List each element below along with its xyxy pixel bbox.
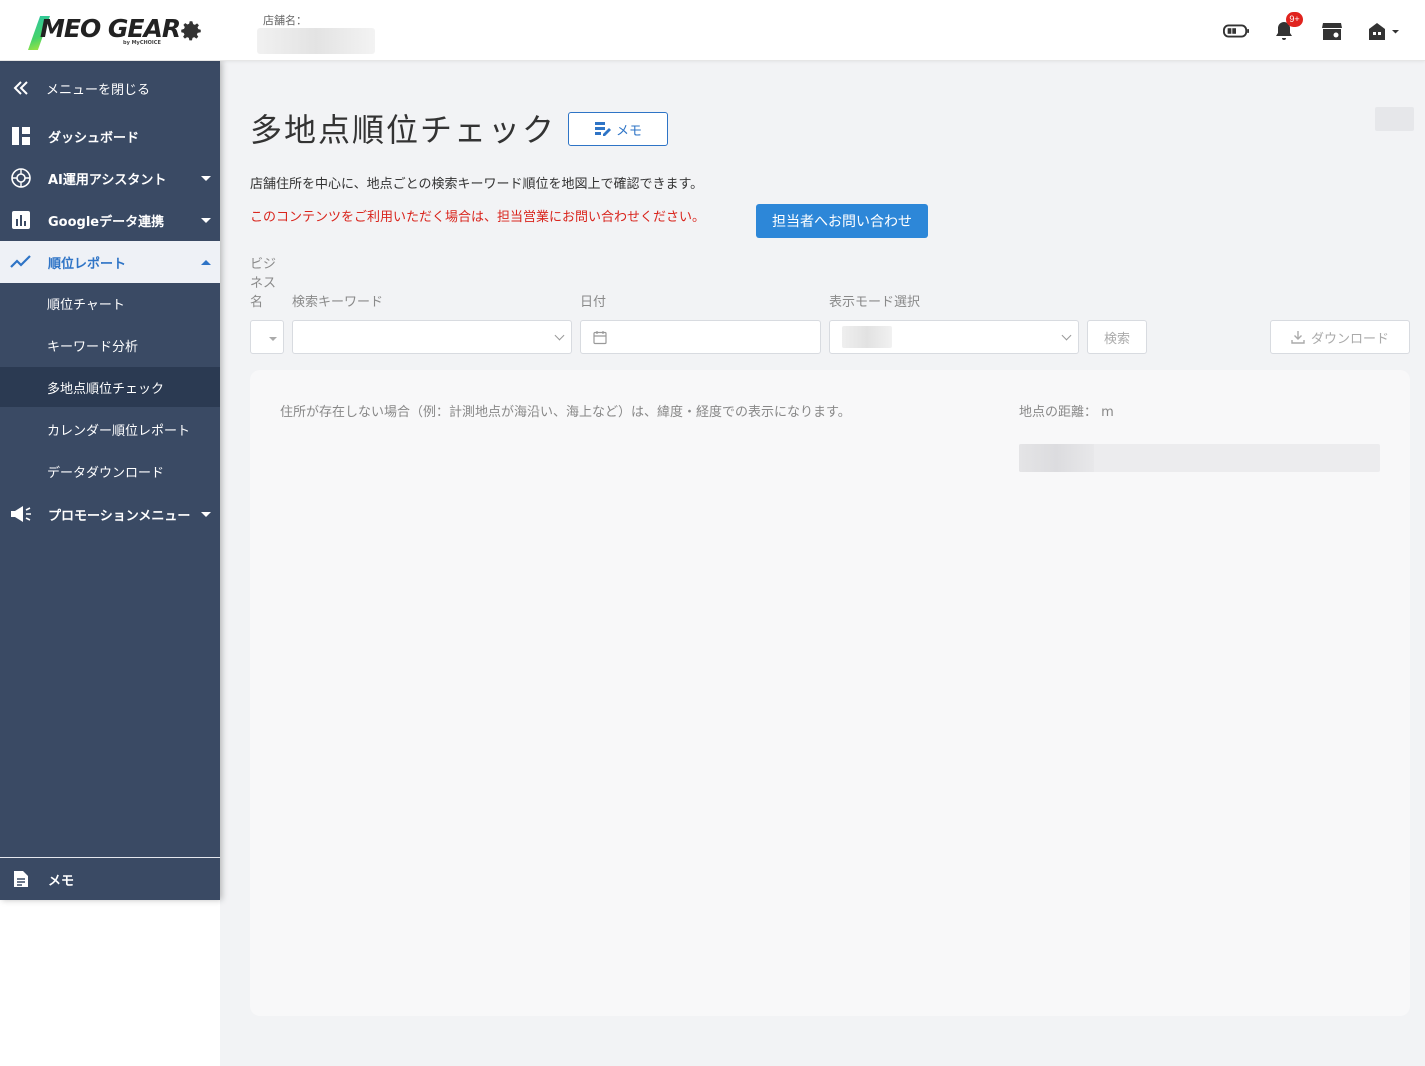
shop-name-value — [257, 28, 375, 54]
sidebar-item-dashboard[interactable]: ダッシュボード — [0, 115, 220, 157]
top-bar: MEO GEAR by MyCHOICE 店舗名： 9+ — [0, 0, 1425, 61]
caret-down-icon — [201, 175, 211, 181]
gear-icon — [181, 21, 201, 41]
building-menu-icon[interactable] — [1367, 18, 1401, 44]
distance-value — [1019, 444, 1094, 472]
sidebar-subitem-rank-chart[interactable]: 順位チャート — [0, 283, 220, 323]
sidebar-subitem-keyword-analysis[interactable]: キーワード分析 — [0, 325, 220, 365]
megaphone-icon — [9, 502, 33, 526]
sidebar-item-promotion[interactable]: プロモーションメニュー — [0, 493, 220, 535]
business-name-label-3: 名 — [250, 295, 264, 310]
sidebar-subitem-label: データダウンロード — [47, 465, 165, 481]
sidebar-item-google-data[interactable]: Googleデータ連携 — [0, 199, 220, 241]
main-content: 多地点順位チェック メモ 店舗住所を中心に、地点ごとの検索キーワード順位を地図上… — [220, 61, 1425, 1066]
edit-note-icon — [594, 122, 611, 136]
display-mode-label: 表示モード選択 — [829, 295, 921, 310]
page-description: 店舗住所を中心に、地点ごとの検索キーワード順位を地図上で確認できます。 — [250, 177, 704, 192]
sidebar-close-label: メニューを閉じる — [46, 82, 151, 98]
download-button-label: ダウンロード — [1310, 331, 1389, 347]
sidebar-item-memo[interactable]: メモ — [0, 858, 220, 900]
business-name-select[interactable] — [250, 320, 284, 354]
sidebar-subitem-label: キーワード分析 — [47, 339, 139, 355]
map-panel: 住所が存在しない場合（例：計測地点が海沿い、海上など）は、緯度・経度での表示にな… — [250, 370, 1410, 1016]
caret-up-icon — [201, 259, 211, 265]
download-button[interactable]: ダウンロード — [1270, 320, 1410, 354]
sidebar-item-label: 順位レポート — [48, 256, 127, 272]
sidebar-item-rank-report[interactable]: 順位レポート — [0, 241, 220, 283]
sidebar-item-ai-assistant[interactable]: AI運用アシスタント — [0, 157, 220, 199]
sidebar-subitem-data-download[interactable]: データダウンロード — [0, 451, 220, 491]
logo-sub: by MyCHOICE — [123, 40, 161, 46]
dashboard-icon — [9, 124, 33, 148]
chevron-down-icon — [554, 330, 565, 341]
logo[interactable]: MEO GEAR by MyCHOICE — [28, 12, 206, 52]
distance-value-bar — [1019, 444, 1380, 472]
shop-name-label: 店舗名： — [263, 14, 307, 27]
caret-down-icon — [201, 511, 211, 517]
caret-down-icon — [201, 217, 211, 223]
display-mode-value — [842, 326, 892, 348]
sidebar-footer-space — [0, 900, 220, 1066]
bell-icon[interactable]: 9+ — [1271, 12, 1303, 44]
distance-label: 地点の距離： m — [1019, 405, 1114, 420]
sidebar-subitem-calendar-report[interactable]: カレンダー順位レポート — [0, 409, 220, 449]
sidebar-subitem-multi-point-check[interactable]: 多地点順位チェック — [0, 367, 220, 407]
download-icon — [1291, 331, 1305, 344]
business-name-label-2: ネス — [250, 276, 277, 291]
display-mode-select[interactable] — [829, 320, 1079, 354]
corner-placeholder — [1375, 107, 1414, 131]
double-chevron-left-icon — [9, 76, 33, 100]
contact-button[interactable]: 担当者へお問い合わせ — [756, 204, 928, 238]
logo-text: MEO GEAR — [40, 14, 181, 43]
sidebar-subitem-label: 多地点順位チェック — [47, 381, 165, 397]
store-icon[interactable] — [1319, 18, 1345, 44]
date-picker[interactable] — [580, 320, 821, 354]
document-icon — [9, 867, 33, 891]
sidebar-item-label: AI運用アシスタント — [48, 172, 167, 188]
memo-button-label: メモ — [615, 123, 642, 139]
sidebar-item-label: Googleデータ連携 — [48, 214, 165, 230]
sidebar-item-label: メモ — [48, 873, 75, 889]
business-name-label-1: ビジ — [250, 257, 277, 272]
sidebar: メニューを閉じる ダッシュボード AI運用アシスタント Googleデータ連携 … — [0, 61, 220, 900]
sidebar-subitem-label: カレンダー順位レポート — [47, 423, 191, 439]
search-button[interactable]: 検索 — [1087, 320, 1147, 354]
sidebar-item-label: ダッシュボード — [48, 130, 140, 146]
trend-icon — [9, 250, 33, 274]
calendar-icon — [593, 331, 607, 345]
notification-badge: 9+ — [1286, 12, 1303, 27]
sidebar-close-menu[interactable]: メニューを閉じる — [0, 67, 220, 109]
date-label: 日付 — [580, 295, 607, 310]
battery-toggle-icon[interactable] — [1223, 18, 1249, 44]
address-note: 住所が存在しない場合（例：計測地点が海沿い、海上など）は、緯度・経度での表示にな… — [280, 405, 851, 420]
warning-message: このコンテンツをご利用いただく場合は、担当営業にお問い合わせください。 — [250, 210, 706, 225]
chevron-down-icon — [1061, 330, 1072, 341]
top-icons: 9+ — [1223, 12, 1401, 44]
page-title: 多地点順位チェック — [250, 111, 557, 149]
ai-icon — [9, 166, 33, 190]
memo-button[interactable]: メモ — [568, 112, 668, 146]
sidebar-item-label: プロモーションメニュー — [48, 508, 191, 524]
bar-chart-icon — [9, 208, 33, 232]
keyword-select[interactable] — [292, 320, 572, 354]
caret-down-icon — [269, 337, 277, 341]
sidebar-subitem-label: 順位チャート — [47, 297, 125, 313]
keyword-label: 検索キーワード — [292, 295, 384, 310]
